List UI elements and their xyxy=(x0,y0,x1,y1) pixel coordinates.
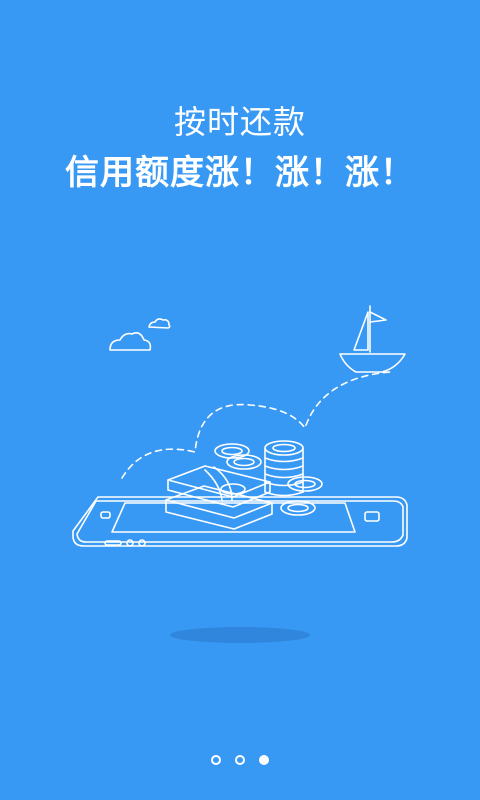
subtitle-text: 按时还款 xyxy=(173,103,306,141)
dashed-path xyxy=(121,371,391,479)
page-dot-2[interactable] xyxy=(235,755,245,765)
sailboat-icon xyxy=(339,305,406,373)
coin-icon xyxy=(214,443,262,470)
onboarding-screen[interactable]: 按时还款 信用额度涨！涨！涨！ xyxy=(0,0,480,800)
page-indicator xyxy=(0,752,480,768)
cloud-icon xyxy=(148,318,171,329)
headline-text: 信用额度涨！涨！涨！ xyxy=(65,153,415,193)
shadow xyxy=(170,627,310,643)
page-dot-1[interactable] xyxy=(211,755,221,765)
page-dot-3[interactable] xyxy=(259,755,269,765)
illustration xyxy=(72,305,408,643)
cloud-icon xyxy=(109,332,152,351)
